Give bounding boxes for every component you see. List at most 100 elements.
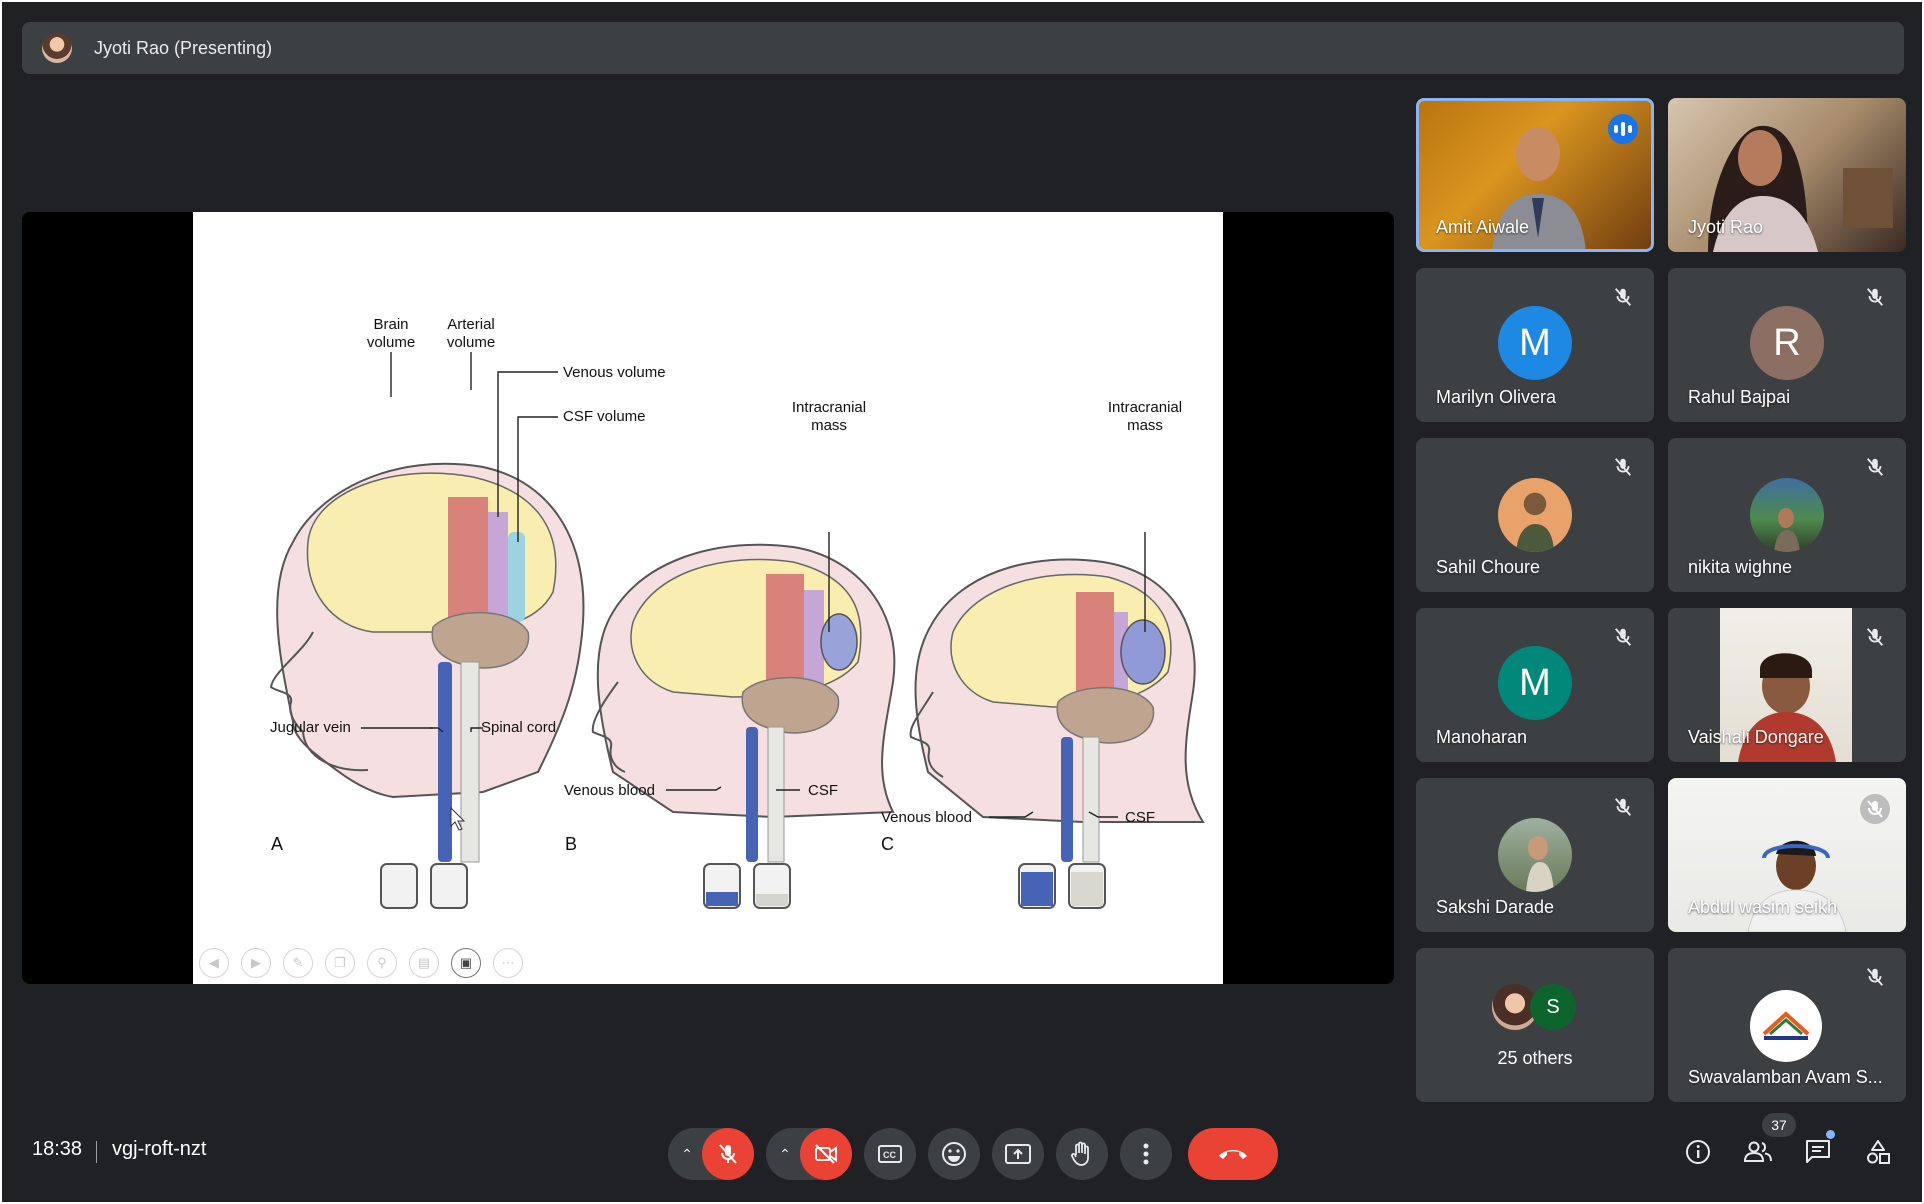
others-tile[interactable]: S 25 others (1416, 948, 1654, 1102)
meet-window: Jyoti Rao (Presenting) Brain volume Arte… (2, 2, 1922, 1202)
activities-icon (1867, 1140, 1890, 1164)
chat-icon (1806, 1140, 1830, 1163)
speaking-icon (1608, 114, 1638, 144)
mic-off-icon (1866, 968, 1884, 986)
label-arterial-volume-2: volume (447, 334, 495, 351)
present-button[interactable] (992, 1128, 1044, 1180)
mic-off-icon (1614, 798, 1632, 816)
hang-up-icon (1219, 1150, 1247, 1159)
divider (96, 1141, 97, 1163)
panel-b-label: B (565, 834, 577, 854)
label-csf-b: CSF (808, 782, 838, 799)
label-intracranial-mass-b-1: Intracranial (792, 399, 866, 416)
more-options-button[interactable] (1120, 1128, 1172, 1180)
participant-name: Marilyn Olivera (1436, 387, 1557, 407)
participant-name: Sahil Choure (1436, 557, 1541, 577)
participant-tile[interactable]: Vaishali Dongare (1668, 608, 1906, 762)
more-vert-icon (1143, 1143, 1149, 1165)
avatar (1498, 478, 1572, 552)
others-count: 25 others (1497, 1048, 1573, 1068)
presentation-stage: Brain volume Arterial volume Venous volu… (22, 212, 1394, 984)
label-venous-blood-c: Venous blood (881, 809, 972, 826)
meeting-details-button[interactable] (1678, 1132, 1718, 1172)
people-button[interactable] (1738, 1132, 1778, 1172)
slide-toolbar: ◀ ▶ ✎ ❐ ⚲ ▤ ▣ ⋯ (193, 948, 523, 978)
mic-options-chevron[interactable]: ⌃ (676, 1140, 698, 1168)
pen-icon[interactable]: ✎ (283, 948, 313, 978)
emoji-button[interactable] (928, 1128, 980, 1180)
participant-tile[interactable]: nikita wighne (1668, 438, 1906, 592)
meeting-time: 18:38 (32, 1138, 83, 1160)
avatar: S (1530, 984, 1576, 1030)
mic-off-icon (1614, 288, 1632, 306)
label-intracranial-mass-c-2: mass (1127, 417, 1163, 434)
participant-name: Abdul wasim seikh (1688, 897, 1838, 917)
avatar: M (1498, 646, 1572, 720)
participant-tile[interactable]: Amit Aiwale (1416, 98, 1654, 252)
camera-options-chevron[interactable]: ⌃ (774, 1140, 796, 1168)
label-intracranial-mass-c-1: Intracranial (1108, 399, 1182, 416)
participant-name: nikita wighne (1688, 557, 1793, 577)
participant-tile[interactable]: Sakshi Darade (1416, 778, 1654, 932)
participant-name: Amit Aiwale (1436, 217, 1530, 237)
participant-tile[interactable]: R Rahul Bajpai (1668, 268, 1906, 422)
brain-volume-diagram: Brain volume Arterial volume Venous volu… (269, 316, 1205, 909)
raise-hand-button[interactable] (1056, 1128, 1108, 1180)
camera-off-icon (815, 1144, 837, 1164)
camera-off-button[interactable] (800, 1128, 852, 1180)
zoom-icon[interactable]: ⚲ (367, 948, 397, 978)
people-icon (1743, 1141, 1772, 1162)
head-a (269, 462, 585, 909)
presenter-name: Jyoti Rao (Presenting) (94, 37, 273, 58)
avatar (1750, 478, 1824, 552)
mic-off-button[interactable] (702, 1128, 754, 1180)
participant-tile[interactable]: Swavalamban Avam S... (1668, 948, 1906, 1102)
presenter-bar[interactable]: Jyoti Rao (Presenting) (22, 22, 1904, 74)
participant-tile[interactable]: M Manoharan (1416, 608, 1654, 762)
participant-name: Jyoti Rao (1688, 217, 1764, 237)
meeting-code: vgj-roft-nzt (112, 1138, 207, 1160)
participant-name: Rahul Bajpai (1688, 387, 1791, 407)
participant-tile[interactable]: M Marilyn Olivera (1416, 268, 1654, 422)
subtitles-icon[interactable]: ▤ (409, 948, 439, 978)
head-c (909, 558, 1205, 909)
label-venous-blood-b: Venous blood (564, 782, 655, 799)
more-icon[interactable]: ⋯ (493, 948, 523, 978)
present-screen-icon (1005, 1144, 1031, 1164)
head-b (591, 543, 896, 909)
label-csf-c: CSF (1125, 809, 1155, 826)
label-brain-volume-2: volume (367, 334, 415, 351)
svg-text:CC: CC (883, 1150, 896, 1160)
label-arterial-volume-1: Arterial (447, 316, 495, 333)
label-csf-volume: CSF volume (563, 408, 646, 425)
leave-call-button[interactable] (1188, 1128, 1278, 1180)
participant-tile[interactable]: Sahil Choure (1416, 438, 1654, 592)
label-brain-volume-1: Brain (373, 316, 408, 333)
activities-button[interactable] (1858, 1132, 1898, 1172)
mic-off-icon (1860, 794, 1890, 824)
mic-off-icon (1866, 288, 1884, 306)
panel-a-label: A (271, 834, 283, 854)
captions-button[interactable]: CC (864, 1128, 916, 1180)
avatar: R (1750, 306, 1824, 380)
captions-icon: CC (878, 1145, 902, 1163)
participant-tile[interactable]: Abdul wasim seikh (1668, 778, 1906, 932)
next-icon[interactable]: ▶ (241, 948, 271, 978)
participant-name: Swavalamban Avam S... (1688, 1067, 1883, 1087)
video-icon[interactable]: ▣ (451, 948, 481, 978)
participant-name: Sakshi Darade (1436, 897, 1555, 917)
participant-tile[interactable]: Jyoti Rao (1668, 98, 1906, 252)
label-intracranial-mass-b-2: mass (811, 417, 847, 434)
mic-off-icon (1614, 628, 1632, 646)
avatar (1498, 818, 1572, 892)
panel-c-label: C (881, 834, 894, 854)
participant-name: Manoharan (1436, 727, 1528, 747)
presenter-avatar (42, 33, 72, 63)
emoji-icon (942, 1142, 966, 1166)
mic-off-icon (1614, 458, 1632, 476)
info-icon (1686, 1140, 1710, 1164)
organization-logo (1750, 990, 1822, 1062)
mic-off-icon (719, 1144, 737, 1164)
copy-icon[interactable]: ❐ (325, 948, 355, 978)
prev-icon[interactable]: ◀ (199, 948, 229, 978)
